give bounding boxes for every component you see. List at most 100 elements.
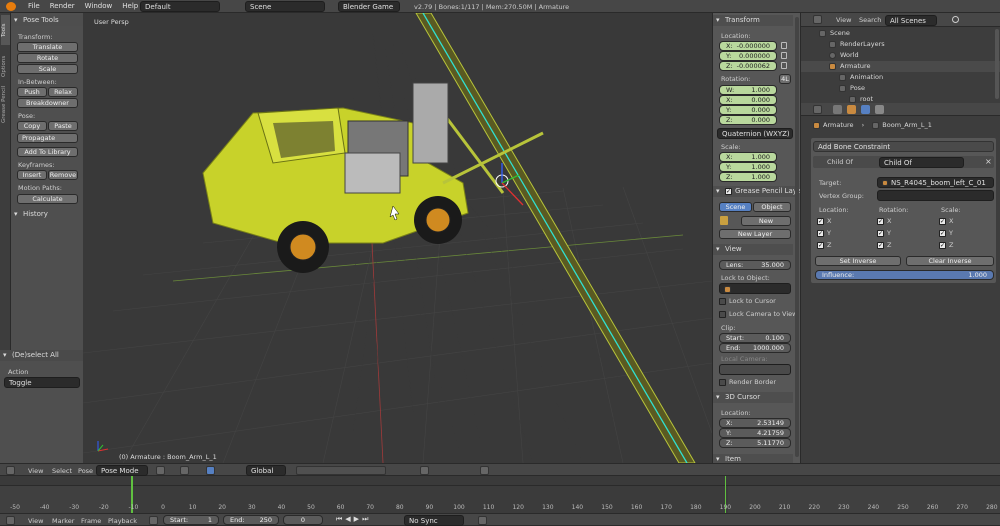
- tab-tools[interactable]: Tools: [1, 15, 10, 45]
- location-x-field[interactable]: X: -0.000000: [719, 41, 777, 51]
- lock-icon[interactable]: [781, 42, 787, 49]
- vertex-group-field[interactable]: [877, 190, 994, 201]
- view-header[interactable]: View: [713, 244, 793, 255]
- clip-start-field[interactable]: Start: 0.100: [719, 333, 791, 343]
- bone-constraint-tab-icon[interactable]: [875, 105, 884, 114]
- rotation-x-field[interactable]: X: 0.000: [719, 95, 777, 105]
- rot-y-toggle[interactable]: ✓ Y: [877, 229, 891, 237]
- outliner-filter-select[interactable]: All Scenes: [885, 15, 937, 26]
- relax-button[interactable]: Relax: [48, 87, 78, 97]
- rotation-4l-toggle[interactable]: 4L: [779, 74, 791, 84]
- propagate-button[interactable]: Propagate: [17, 133, 78, 143]
- playback-controls[interactable]: ⏮◀▶⏭: [336, 515, 371, 524]
- scale-y-field[interactable]: Y: 1.000: [719, 162, 777, 172]
- deselect-all-header[interactable]: (De)select All: [0, 350, 83, 361]
- menu-file[interactable]: File: [28, 2, 40, 10]
- outliner-item-animation[interactable]: Animation: [801, 72, 1000, 83]
- rot-x-toggle[interactable]: ✓ X: [877, 217, 891, 225]
- n-panel-scrollbar[interactable]: [795, 17, 799, 457]
- render-icon[interactable]: [480, 466, 489, 475]
- pose-tools-header[interactable]: Pose Tools: [11, 15, 83, 26]
- render-tab-icon[interactable]: [833, 105, 842, 114]
- scale-x-field[interactable]: X: 1.000: [719, 152, 777, 162]
- lens-field[interactable]: Lens: 35.000: [719, 260, 791, 270]
- bone-tab-icon[interactable]: [861, 105, 870, 114]
- push-button[interactable]: Push: [17, 87, 47, 97]
- action-select[interactable]: Toggle: [4, 377, 80, 388]
- sync-select[interactable]: No Sync: [404, 515, 464, 526]
- snap-icon[interactable]: [420, 466, 429, 475]
- gp-new-layer-button[interactable]: New Layer: [719, 229, 791, 239]
- timeline-menu-playback[interactable]: Playback: [108, 517, 137, 525]
- scl-z-toggle[interactable]: ✓ Z: [939, 241, 953, 249]
- outliner-editor-icon[interactable]: [813, 15, 822, 24]
- tab-grease-pencil[interactable]: Grease Pencil: [1, 79, 10, 123]
- menu-help[interactable]: Help: [122, 2, 138, 10]
- gp-new-button[interactable]: New: [741, 216, 791, 226]
- layout-select[interactable]: Default: [140, 1, 220, 12]
- local-camera-field[interactable]: [719, 364, 791, 375]
- add-bone-constraint-select[interactable]: Add Bone Constraint: [813, 141, 994, 152]
- lock-camera-toggle[interactable]: Lock Camera to View: [719, 310, 797, 318]
- rot-z-toggle[interactable]: ✓ Z: [877, 241, 891, 249]
- outliner-item-renderlayers[interactable]: RenderLayers: [801, 39, 1000, 50]
- outliner-view-menu[interactable]: View: [836, 16, 851, 24]
- rotation-w-field[interactable]: W: 1.000: [719, 85, 777, 95]
- menu-pose[interactable]: Pose: [78, 467, 93, 475]
- preview-range-icon[interactable]: [149, 516, 158, 525]
- target-field[interactable]: NS_R4045_boom_left_C_01: [877, 177, 994, 188]
- properties-editor-icon[interactable]: [813, 105, 822, 114]
- rotate-button[interactable]: Rotate: [17, 53, 78, 63]
- loc-y-toggle[interactable]: ✓ Y: [817, 229, 831, 237]
- timeline[interactable]: -50 -40 -30 -20 -10 0 10 20 30 40 50 60 70 80 90 100 110…: [0, 476, 1000, 513]
- end-frame-field[interactable]: End: 250: [223, 515, 279, 525]
- clear-inverse-button[interactable]: Clear Inverse: [906, 256, 994, 266]
- manipulator-icon[interactable]: [206, 466, 215, 475]
- rotation-mode-select[interactable]: Quaternion (WXYZ): [717, 128, 793, 139]
- remove-button[interactable]: Remove: [48, 170, 78, 180]
- viewport-shading-icon[interactable]: [156, 466, 165, 475]
- constraint-name-field[interactable]: Child Of: [879, 157, 964, 168]
- menu-select[interactable]: Select: [52, 467, 72, 475]
- translate-button[interactable]: Translate: [17, 42, 78, 52]
- rotation-y-field[interactable]: Y: 0.000: [719, 105, 777, 115]
- engine-select[interactable]: Blender Game: [338, 1, 400, 12]
- paste-button[interactable]: Paste: [48, 121, 78, 131]
- blender-logo-icon[interactable]: [6, 2, 16, 11]
- menu-view[interactable]: View: [28, 467, 43, 475]
- scene-select[interactable]: Scene: [245, 1, 325, 12]
- grease-pencil-header[interactable]: ✓Grease Pencil Layers: [713, 186, 808, 197]
- lock-icon[interactable]: [781, 52, 787, 59]
- layers-icon[interactable]: [296, 466, 386, 475]
- loc-x-toggle[interactable]: ✓ X: [817, 217, 831, 225]
- start-frame-field[interactable]: Start: 1: [163, 515, 219, 525]
- lock-icon[interactable]: [781, 62, 787, 69]
- cursor-y-field[interactable]: Y: 4.21759: [719, 428, 791, 438]
- cursor-x-field[interactable]: X: 2.53149: [719, 418, 791, 428]
- keying-set-icon[interactable]: [478, 516, 487, 525]
- current-frame-field[interactable]: 0: [283, 515, 323, 525]
- lock-object-field[interactable]: [719, 283, 791, 294]
- outliner-search-menu[interactable]: Search: [859, 16, 881, 24]
- calculate-button[interactable]: Calculate: [17, 194, 78, 204]
- outliner-scrollbar[interactable]: [995, 29, 999, 99]
- viewport-3d[interactable]: User Persp (0) Armature : Boom_Arm_L_1: [83, 13, 712, 463]
- location-y-field[interactable]: Y: 0.000000: [719, 51, 777, 61]
- 3d-cursor-header[interactable]: 3D Cursor: [713, 392, 793, 403]
- editor-type-icon[interactable]: [6, 466, 15, 475]
- tab-options[interactable]: Options: [1, 47, 10, 77]
- copy-button[interactable]: Copy: [17, 121, 47, 131]
- close-icon[interactable]: ×: [985, 157, 992, 166]
- clip-end-field[interactable]: End: 1000.000: [719, 343, 791, 353]
- location-z-field[interactable]: Z: -0.000062: [719, 61, 777, 71]
- timeline-menu-marker[interactable]: Marker: [52, 517, 74, 525]
- menu-window[interactable]: Window: [85, 2, 113, 10]
- object-tab-icon[interactable]: [847, 105, 856, 114]
- outliner-item-armature[interactable]: Armature: [801, 61, 1000, 72]
- breakdowner-button[interactable]: Breakdowner: [17, 98, 78, 108]
- set-inverse-button[interactable]: Set Inverse: [815, 256, 901, 266]
- outliner-item-world[interactable]: World: [801, 50, 1000, 61]
- scale-button[interactable]: Scale: [17, 64, 78, 74]
- outliner-item-scene[interactable]: Scene: [801, 28, 1000, 39]
- pivot-icon[interactable]: [180, 466, 189, 475]
